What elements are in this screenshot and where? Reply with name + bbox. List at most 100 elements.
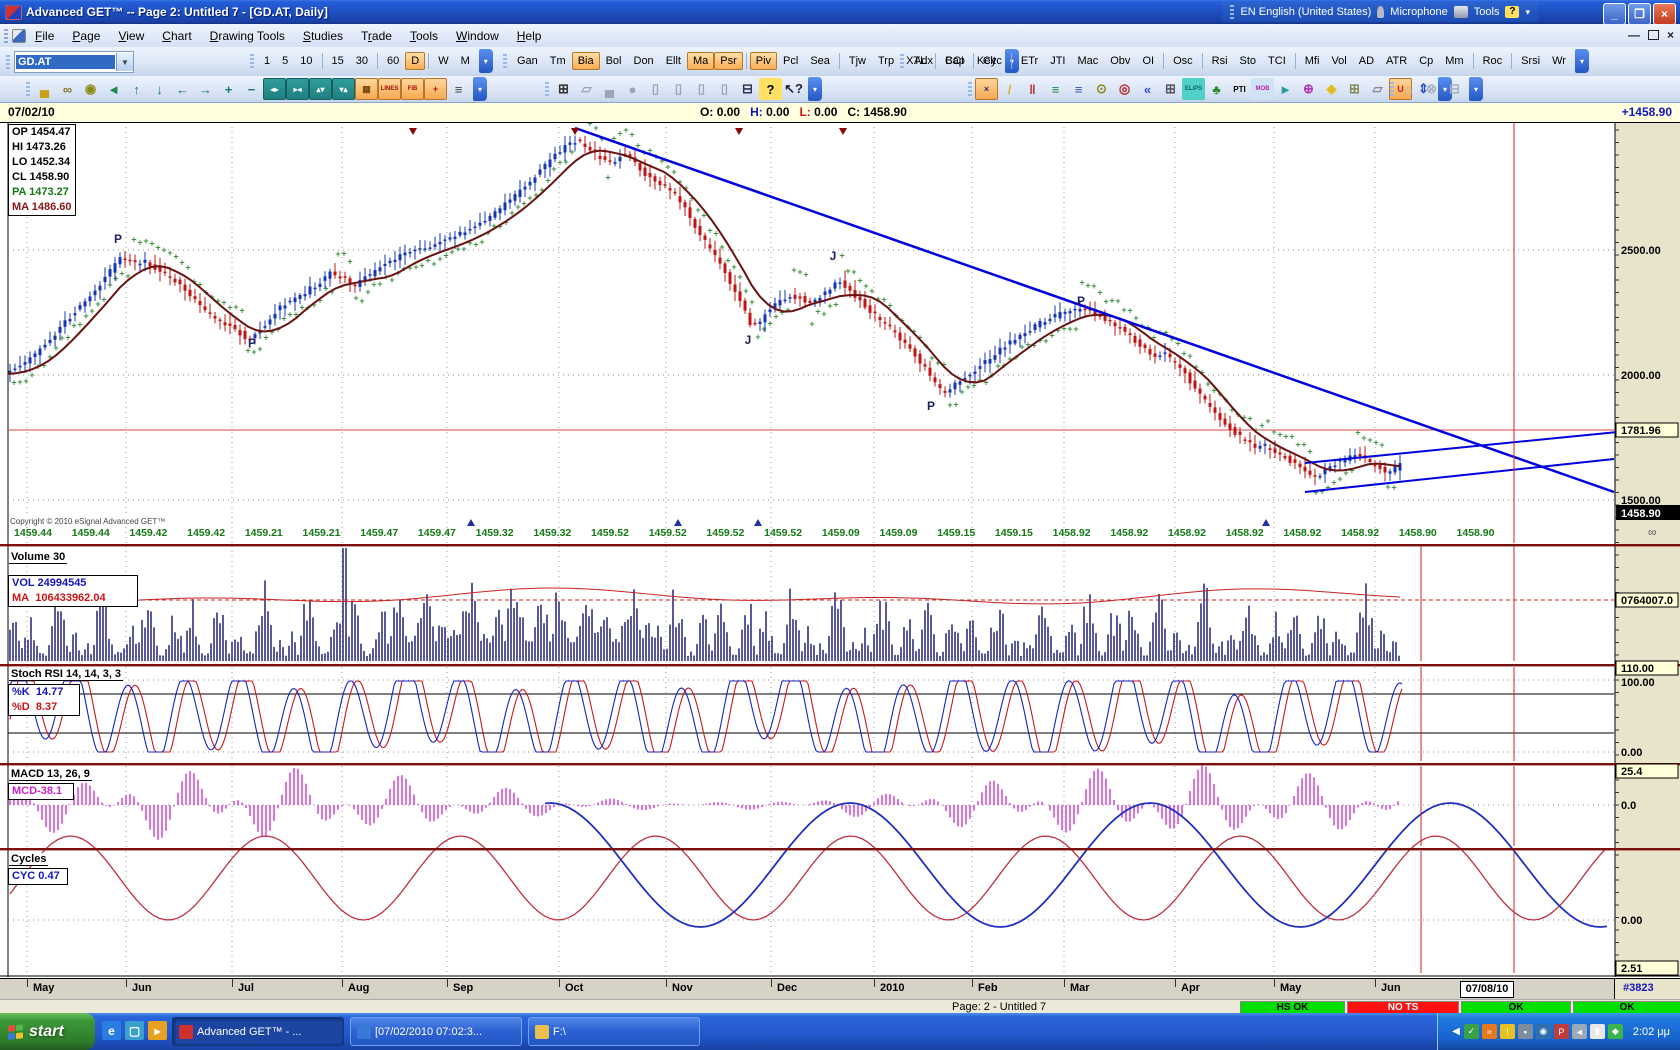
- flag-icon[interactable]: ►: [1274, 78, 1297, 100]
- indicator-adx[interactable]: Adx: [908, 52, 939, 70]
- card-reader-icon[interactable]: ▮: [1590, 1024, 1605, 1039]
- display-icon[interactable]: ▪: [1518, 1024, 1533, 1039]
- cycles-panel-title[interactable]: Cycles: [9, 853, 48, 866]
- zoom-plus-icon[interactable]: ⊕: [1297, 78, 1320, 100]
- menu-view[interactable]: View: [109, 26, 153, 46]
- indicator-srsi[interactable]: Srsi: [1515, 52, 1546, 70]
- interval-1[interactable]: 1: [258, 52, 276, 70]
- pdf-icon[interactable]: P: [1554, 1024, 1569, 1039]
- mdi-restore-icon[interactable]: [1648, 30, 1659, 40]
- study-psr[interactable]: Psr: [714, 52, 743, 70]
- indicator-mac[interactable]: Mac: [1071, 52, 1104, 70]
- scroll-up-icon[interactable]: ↑: [125, 78, 148, 100]
- close-window-icon[interactable]: ×: [975, 78, 998, 100]
- crosshair-icon[interactable]: +: [424, 78, 447, 100]
- microphone-label[interactable]: Microphone: [1390, 6, 1447, 18]
- pencil-icon[interactable]: /: [998, 78, 1021, 100]
- menu-window[interactable]: Window: [447, 26, 508, 46]
- indicator-jti[interactable]: JTI: [1044, 52, 1071, 70]
- study-trp[interactable]: Trp: [872, 52, 900, 70]
- indicator-vol[interactable]: Vol: [1325, 52, 1352, 70]
- study-ma[interactable]: Ma: [687, 52, 714, 70]
- indicator-sto[interactable]: Sto: [1234, 52, 1263, 70]
- home-icon[interactable]: ⌂: [1397, 78, 1420, 100]
- study-bia[interactable]: Bia: [572, 52, 600, 70]
- study-gan[interactable]: Gan: [511, 52, 544, 70]
- menu-drawing-tools[interactable]: Drawing Tools: [201, 26, 294, 46]
- volume-icon[interactable]: ◄: [1572, 1024, 1587, 1039]
- extra-tools-grip[interactable]: [1390, 82, 1394, 96]
- scroll-left-icon[interactable]: ←: [171, 78, 194, 100]
- indicator-etr[interactable]: ETr: [1015, 52, 1044, 70]
- stoch-panel-title[interactable]: Stoch RSI 14, 14, 3, 3: [9, 668, 123, 681]
- indicator-cci[interactable]: CCI: [939, 52, 970, 70]
- detach-icon[interactable]: ⊗: [1420, 78, 1443, 100]
- search-binoculars-icon[interactable]: ∞: [56, 78, 79, 100]
- corner-binoculars-icon[interactable]: ∞: [1648, 525, 1657, 539]
- indicator-overflow-icon[interactable]: ▾: [1575, 49, 1589, 73]
- restore-button[interactable]: ❐: [1628, 3, 1651, 25]
- pti-icon[interactable]: PTI: [1228, 78, 1251, 100]
- java-icon[interactable]: ≈: [1482, 1024, 1497, 1039]
- folder-gray-icon[interactable]: ▄: [598, 78, 621, 100]
- page4-icon[interactable]: ▯: [713, 78, 736, 100]
- mdi-minimize-icon[interactable]: —: [1628, 28, 1640, 42]
- indicator-cyc[interactable]: Cyc: [977, 52, 1008, 70]
- language-bar[interactable]: EN English (United States) Microphone To…: [1222, 2, 1538, 22]
- compress-v-icon[interactable]: ▾▴: [332, 78, 355, 100]
- ghost-icon[interactable]: ▱: [575, 78, 598, 100]
- grid-small-icon[interactable]: ⊞: [1159, 78, 1182, 100]
- copy-grid-icon[interactable]: ⊞: [1343, 78, 1366, 100]
- oval-gray-icon[interactable]: ●: [621, 78, 644, 100]
- study-tm[interactable]: Tm: [544, 52, 572, 70]
- indicator-tci[interactable]: TCI: [1262, 52, 1292, 70]
- help-icon[interactable]: ?: [759, 78, 782, 100]
- taskbar-task-2[interactable]: F:\: [528, 1017, 700, 1046]
- tree-icon[interactable]: ♣: [1205, 78, 1228, 100]
- highlighter-icon[interactable]: ◆: [1320, 78, 1343, 100]
- tray-chevron-icon[interactable]: ◀: [1452, 1026, 1460, 1037]
- expand-h-icon[interactable]: ◂▸: [263, 78, 286, 100]
- volume-panel-title[interactable]: Volume 30: [9, 551, 67, 564]
- grid-dots-icon[interactable]: ▦: [355, 78, 378, 100]
- print-icon[interactable]: ⊟: [736, 78, 759, 100]
- expand-v-icon[interactable]: ▴▾: [309, 78, 332, 100]
- media-icon[interactable]: ▸: [148, 1021, 167, 1040]
- chart-tools-overflow-icon[interactable]: ▾: [473, 77, 487, 101]
- langbar-options-icon[interactable]: ▾: [1525, 7, 1530, 18]
- file-tools-overflow-icon[interactable]: ▾: [808, 77, 822, 101]
- taskbar-task-0[interactable]: Advanced GET™ - ...: [172, 1017, 344, 1046]
- study-don[interactable]: Don: [628, 52, 660, 70]
- interval-m[interactable]: M: [455, 52, 476, 70]
- interval-60[interactable]: 60: [381, 52, 405, 70]
- open-file-icon[interactable]: ▄: [33, 78, 56, 100]
- symbol-input[interactable]: GD.AT: [16, 55, 115, 69]
- chart-tools-grip[interactable]: [26, 82, 30, 96]
- antivirus-shield-icon[interactable]: ✓: [1464, 1024, 1479, 1039]
- indicator-cp[interactable]: Cp: [1413, 52, 1439, 70]
- study-pcl[interactable]: Pcl: [777, 52, 804, 70]
- extra-tools-overflow-icon[interactable]: ▾: [1469, 77, 1483, 101]
- avg-icon[interactable]: ◆: [1608, 1024, 1623, 1039]
- bar-plus-icon[interactable]: +: [217, 78, 240, 100]
- interval-overflow-icon[interactable]: ▾: [479, 49, 493, 73]
- menu-tools[interactable]: Tools: [401, 26, 447, 46]
- study-bol[interactable]: Bol: [600, 52, 628, 70]
- security-key-icon[interactable]: !: [1500, 1024, 1515, 1039]
- menu-file[interactable]: File: [26, 26, 63, 46]
- scroll-right-icon[interactable]: →: [194, 78, 217, 100]
- compress-h-icon[interactable]: ▸◂: [286, 78, 309, 100]
- symbol-combo[interactable]: GD.AT ▼: [14, 51, 134, 73]
- lines-icon[interactable]: LINES: [378, 78, 401, 100]
- menu-studies[interactable]: Studies: [294, 26, 352, 46]
- print2-icon[interactable]: ⊟: [1443, 78, 1466, 100]
- study-grip[interactable]: [503, 54, 507, 68]
- interval-grip[interactable]: [250, 54, 254, 68]
- minimize-button[interactable]: _: [1603, 3, 1626, 25]
- indicator-grip[interactable]: [900, 54, 904, 68]
- file-tools-grip[interactable]: [545, 82, 549, 96]
- menu-chart[interactable]: Chart: [153, 26, 200, 46]
- fib-icon[interactable]: FIB: [401, 78, 424, 100]
- close-button[interactable]: ×: [1653, 3, 1676, 25]
- page1-icon[interactable]: ▯: [644, 78, 667, 100]
